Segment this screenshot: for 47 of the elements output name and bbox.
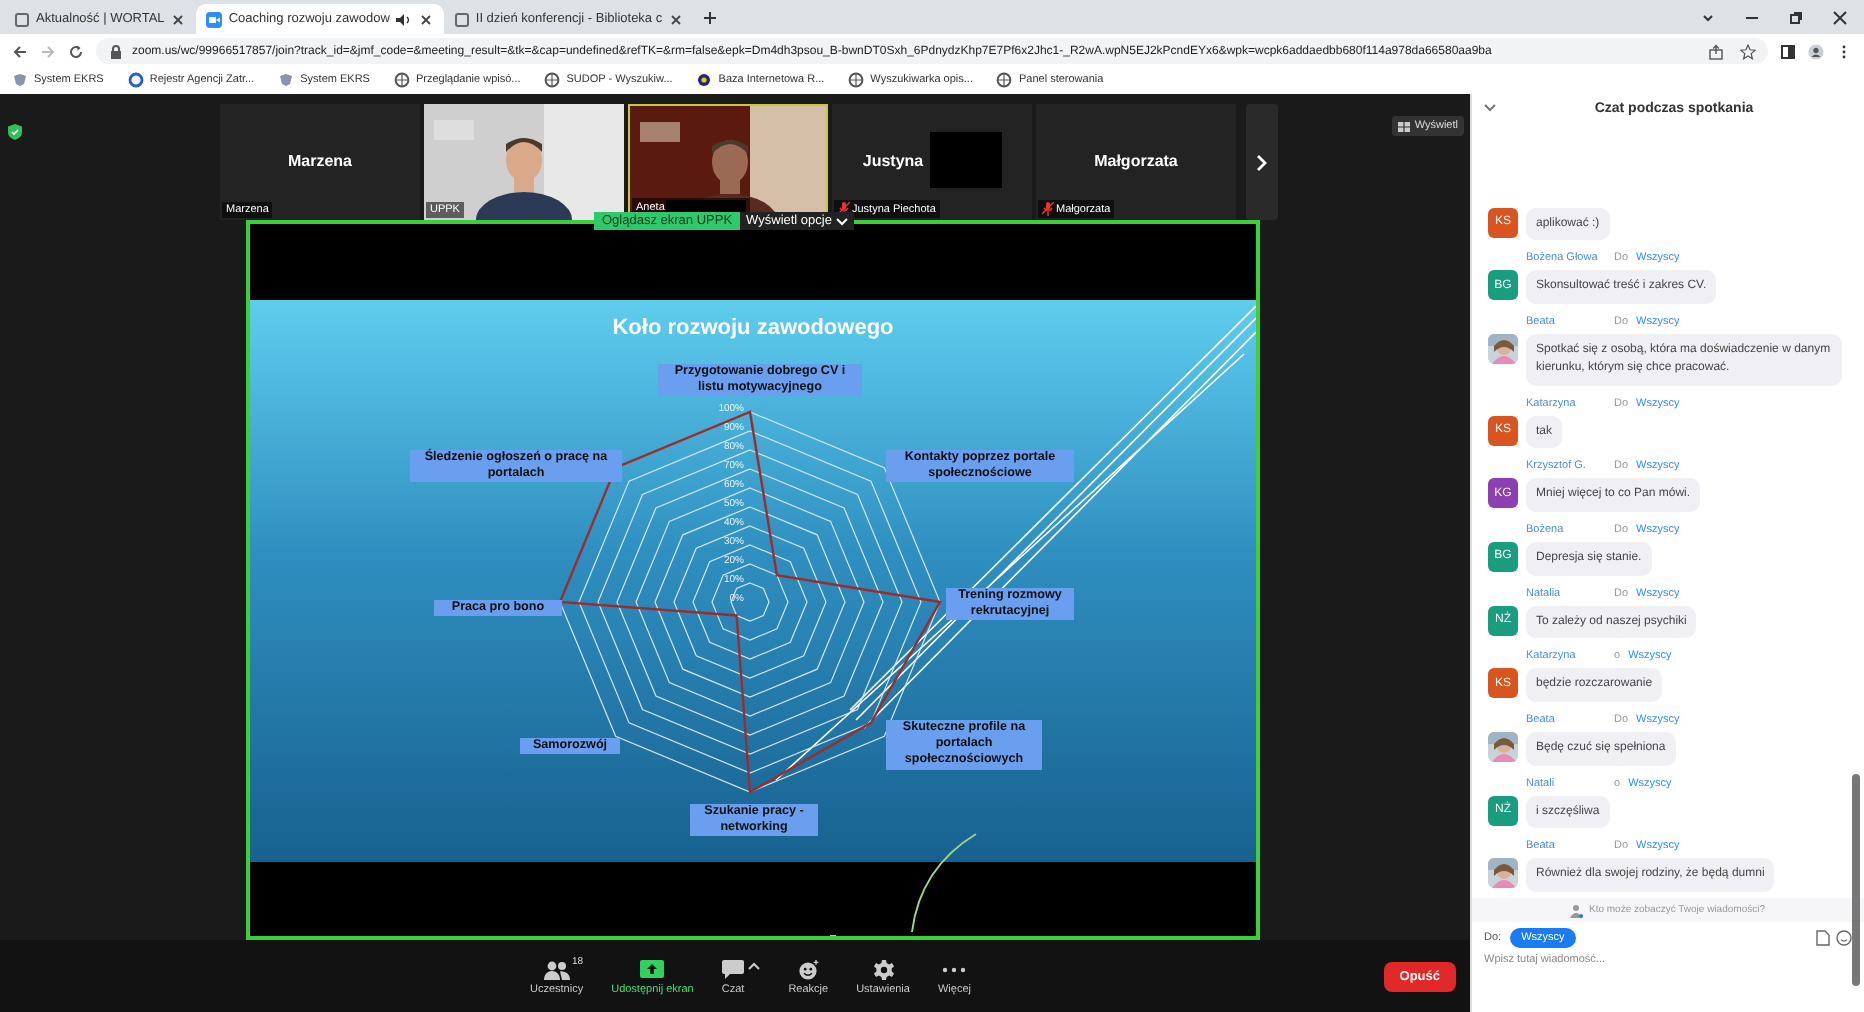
reload-icon[interactable] (68, 43, 84, 59)
ring-icon (127, 72, 144, 88)
redaction-bar (929, 132, 1002, 188)
plus-icon[interactable] (702, 10, 719, 26)
globe-icon (544, 72, 561, 88)
dot-icon (696, 72, 713, 88)
scrollbar[interactable] (1852, 774, 1860, 986)
emblem-icon (278, 72, 295, 88)
chevron-down-icon[interactable] (1484, 104, 1496, 112)
page-icon (14, 11, 30, 27)
close-icon[interactable] (1832, 9, 1848, 25)
sidebar-icon[interactable] (1780, 43, 1796, 59)
participant-name: Justyna (862, 151, 924, 169)
people-icon (543, 960, 570, 980)
grid-icon (1398, 121, 1411, 131)
file-icon[interactable] (1816, 930, 1830, 946)
chat-bubble-icon (722, 960, 745, 980)
close-icon[interactable] (417, 11, 434, 27)
globe-icon (848, 72, 865, 88)
chevron-down-icon[interactable] (1700, 9, 1716, 25)
speaker-icon[interactable] (395, 11, 412, 27)
camera-icon (206, 11, 223, 27)
participant-name: Małgorzata (1094, 151, 1178, 169)
person-icon (1570, 903, 1585, 917)
globe-icon (996, 72, 1013, 88)
slide-title: Koło rozwoju zawodowego (610, 316, 896, 340)
participant-name: Marzena (287, 151, 352, 169)
settings-icon (873, 960, 894, 980)
lock-icon (108, 43, 124, 59)
restore-icon[interactable] (1788, 9, 1804, 25)
emoji-icon[interactable] (1836, 930, 1852, 946)
caret-icon[interactable] (748, 962, 761, 970)
chevron-right-icon (1256, 153, 1268, 171)
close-icon[interactable] (170, 11, 187, 27)
chevron-down-icon (835, 217, 848, 225)
emblem-icon (12, 72, 28, 88)
smiley-icon (797, 960, 820, 980)
page-icon (453, 11, 470, 27)
close-icon[interactable] (668, 11, 685, 27)
back-icon[interactable] (12, 43, 28, 59)
share-screen-icon (640, 960, 665, 980)
star-icon[interactable] (1740, 43, 1756, 59)
profile-icon[interactable] (1808, 43, 1824, 59)
address-bar[interactable] (96, 38, 1768, 64)
globe-icon (393, 72, 410, 88)
share-icon[interactable] (1708, 43, 1724, 59)
shield-icon[interactable] (8, 124, 22, 140)
